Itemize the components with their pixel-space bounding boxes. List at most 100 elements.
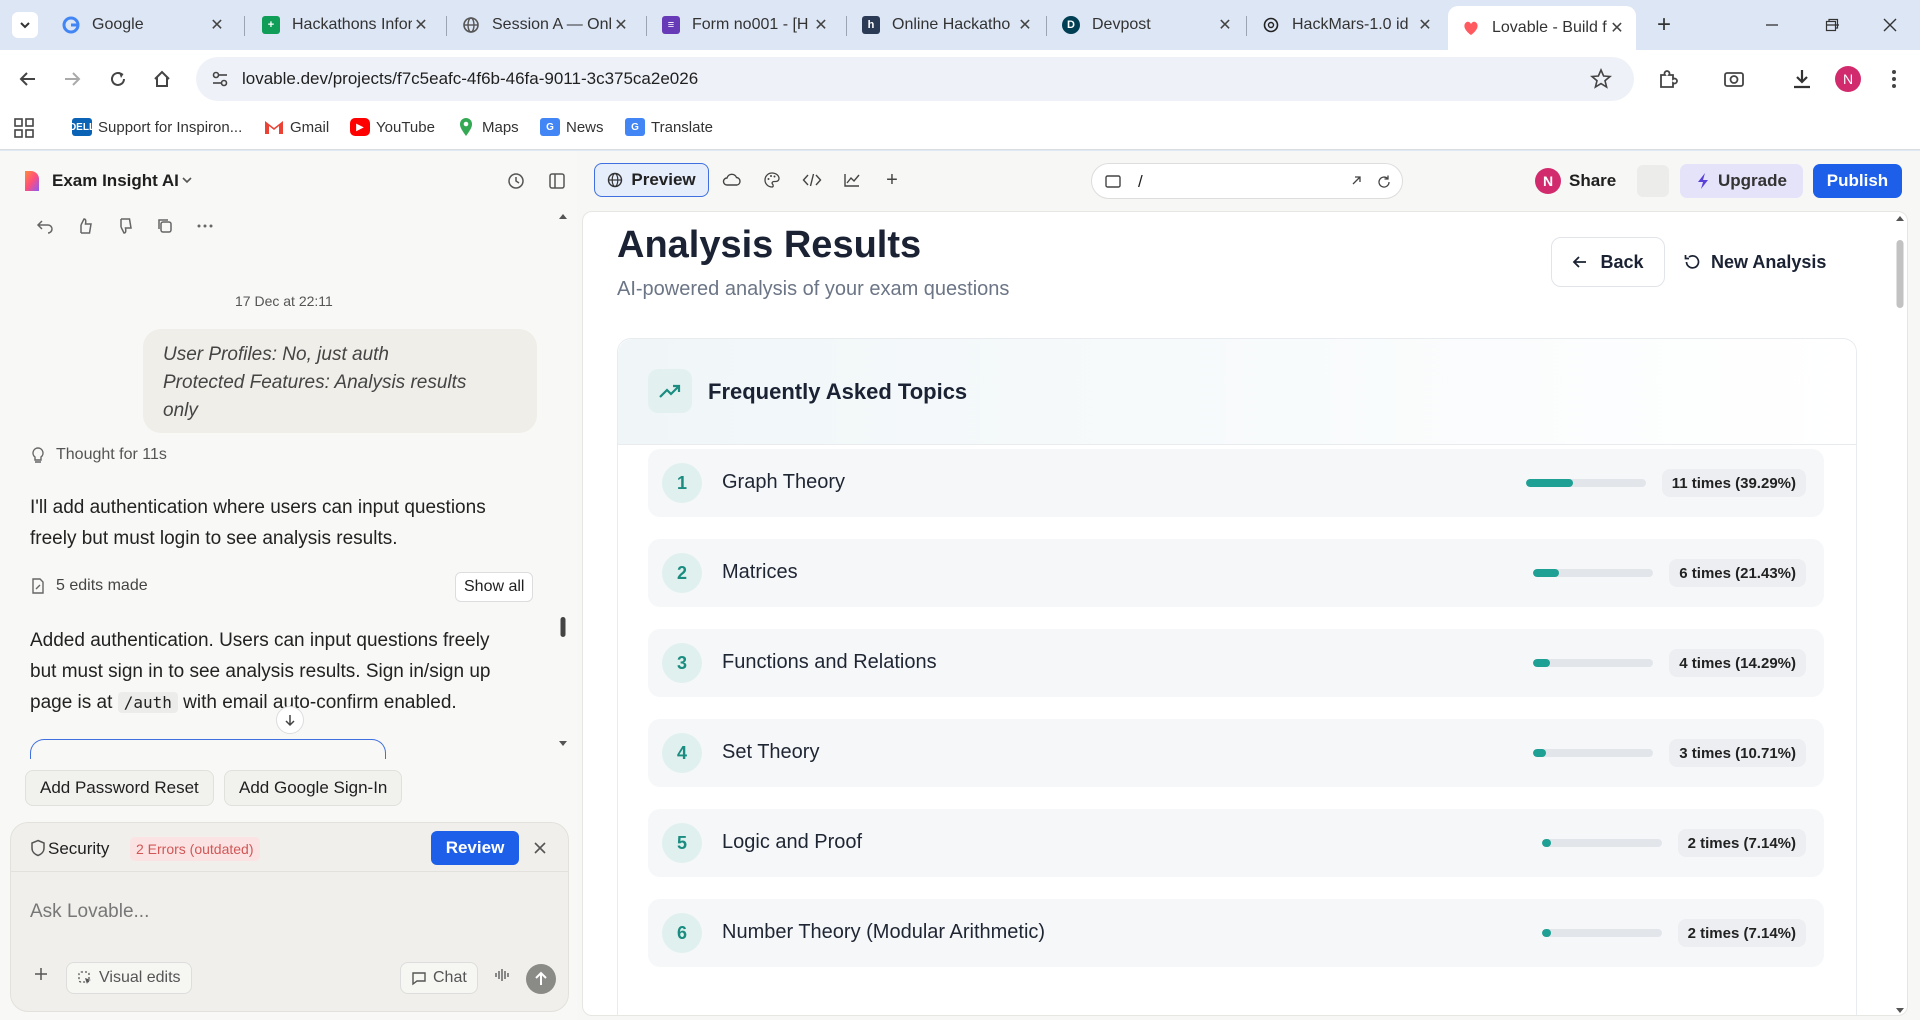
thumbs-up-icon[interactable] — [76, 217, 94, 235]
visual-edits-button[interactable]: Visual edits — [66, 962, 192, 994]
open-external-icon[interactable] — [1349, 174, 1363, 193]
reload-button[interactable] — [102, 63, 134, 95]
tab-online-hackathon[interactable]: h Online Hackatho ✕ — [848, 8, 1044, 42]
thought-indicator[interactable]: Thought for 11s — [30, 446, 167, 464]
topic-name: Set Theory — [722, 741, 820, 763]
screenshot-button[interactable] — [1718, 63, 1750, 95]
topic-row: 3 Functions and Relations 4 times (14.29%) — [648, 629, 1824, 697]
close-window-button[interactable] — [1870, 10, 1910, 40]
back-button[interactable]: Back — [1551, 237, 1665, 287]
page-subtitle: AI-powered analysis of your exam questio… — [617, 278, 1010, 300]
bookmark-star-icon[interactable] — [1589, 67, 1613, 95]
site-info-icon[interactable] — [210, 69, 230, 94]
close-icon[interactable] — [532, 840, 548, 856]
close-icon[interactable]: ✕ — [412, 15, 430, 35]
tab-session[interactable]: Session A — Onl ✕ — [448, 8, 640, 42]
voice-input-button[interactable] — [494, 967, 510, 983]
tab-hackathons[interactable]: + Hackathons Infor ✕ — [248, 8, 440, 42]
send-button[interactable] — [526, 964, 556, 994]
analytics-tab[interactable] — [838, 163, 866, 197]
code-tab[interactable] — [798, 163, 826, 197]
design-tab[interactable] — [758, 163, 786, 197]
forward-nav-button[interactable] — [56, 63, 88, 95]
placeholder-button[interactable] — [1637, 165, 1669, 197]
chat-scrollbar[interactable] — [555, 211, 571, 751]
bookmark-gmail[interactable]: Gmail — [264, 118, 329, 136]
close-icon[interactable]: ✕ — [1216, 15, 1234, 35]
refresh-icon[interactable] — [1376, 174, 1392, 195]
suggestion-google-signin[interactable]: Add Google Sign-In — [224, 770, 403, 806]
copy-icon[interactable] — [156, 217, 174, 235]
tab-google[interactable]: Google ✕ — [48, 8, 236, 42]
review-button[interactable]: Review — [431, 831, 519, 865]
restore-icon — [1825, 18, 1839, 32]
topic-rank: 1 — [662, 463, 702, 503]
scroll-down-button[interactable] — [276, 706, 304, 734]
preview-scrollbar[interactable] — [1893, 212, 1907, 1015]
close-icon[interactable]: ✕ — [208, 15, 226, 35]
topic-rank: 6 — [662, 913, 702, 953]
share-button[interactable]: N Share — [1535, 164, 1627, 198]
close-icon — [1883, 18, 1897, 32]
apps-button[interactable] — [14, 118, 34, 138]
bookmark-youtube[interactable]: ▶ YouTube — [350, 118, 435, 136]
downloads-button[interactable] — [1786, 63, 1818, 95]
more-horizontal-icon[interactable] — [196, 217, 214, 235]
bookmark-maps[interactable]: Maps — [456, 118, 519, 136]
address-bar[interactable]: lovable.dev/projects/f7c5eafc-4f6b-46fa-… — [196, 57, 1634, 101]
audio-wave-icon — [495, 969, 509, 981]
project-name[interactable]: Exam Insight AI — [52, 171, 179, 191]
home-icon — [154, 70, 170, 87]
sheets-favicon: + — [262, 16, 280, 34]
chat-mode-button[interactable]: Chat — [400, 962, 478, 994]
add-tab-button[interactable]: + — [880, 163, 904, 197]
undo-icon[interactable] — [36, 217, 54, 235]
add-attachment-button[interactable] — [34, 967, 48, 981]
show-all-button[interactable]: Show all — [455, 572, 534, 602]
bookmark-translate[interactable]: G Translate — [625, 118, 713, 136]
close-icon[interactable]: ✕ — [1016, 15, 1034, 35]
close-icon[interactable]: ✕ — [1416, 15, 1434, 35]
profile-button[interactable]: N — [1832, 63, 1864, 95]
tab-search-button[interactable] — [12, 12, 38, 38]
restore-button[interactable] — [1812, 10, 1852, 40]
new-analysis-button[interactable]: New Analysis — [1683, 237, 1833, 287]
tab-form[interactable]: ≡ Form no001 - [H ✕ — [648, 8, 840, 42]
suggestion-password-reset[interactable]: Add Password Reset — [25, 770, 214, 806]
chat-input[interactable]: Ask Lovable... — [30, 901, 149, 923]
chrome-menu-button[interactable] — [1878, 63, 1910, 95]
back-nav-button[interactable] — [12, 63, 44, 95]
chevron-down-icon[interactable] — [180, 173, 194, 187]
thumbs-down-icon[interactable] — [116, 217, 134, 235]
publish-button[interactable]: Publish — [1813, 164, 1902, 198]
home-button[interactable] — [146, 63, 178, 95]
device-icon[interactable] — [1104, 174, 1122, 195]
cloud-tab[interactable] — [718, 163, 746, 197]
topic-progress-bar — [1533, 749, 1653, 757]
more-vertical-icon — [1892, 70, 1896, 88]
sidebar-toggle-icon[interactable] — [547, 171, 567, 191]
bookmark-dell[interactable]: DELL Support for Inspiron... — [69, 118, 242, 136]
message-date: 17 Dec at 22:11 — [235, 293, 333, 309]
minimize-button[interactable] — [1752, 10, 1792, 40]
close-icon[interactable]: ✕ — [612, 15, 630, 35]
topic-name: Logic and Proof — [722, 831, 863, 853]
bookmark-news[interactable]: G News — [540, 118, 604, 136]
close-icon[interactable]: ✕ — [812, 15, 830, 35]
preview-card[interactable] — [30, 739, 386, 759]
new-tab-button[interactable]: + — [1644, 10, 1684, 40]
tab-hackmars[interactable]: HackMars-1.0 id ✕ — [1248, 8, 1444, 42]
upgrade-button[interactable]: Upgrade — [1680, 164, 1803, 198]
history-icon[interactable] — [506, 171, 526, 191]
tab-devpost[interactable]: D Devpost ✕ — [1048, 8, 1244, 42]
preview-tab[interactable]: Preview — [594, 163, 709, 197]
extensions-button[interactable] — [1652, 63, 1684, 95]
bookmark-label: Translate — [651, 118, 713, 136]
arrow-down-icon — [285, 715, 295, 727]
close-icon[interactable]: ✕ — [1608, 18, 1626, 38]
dell-icon: DELL — [69, 118, 95, 136]
tab-lovable[interactable]: Lovable - Build f ✕ — [1448, 6, 1636, 50]
lovable-favicon — [1462, 19, 1480, 37]
preview-path-bar[interactable]: / — [1091, 163, 1403, 199]
topic-count-badge: 6 times (21.43%) — [1669, 559, 1806, 587]
